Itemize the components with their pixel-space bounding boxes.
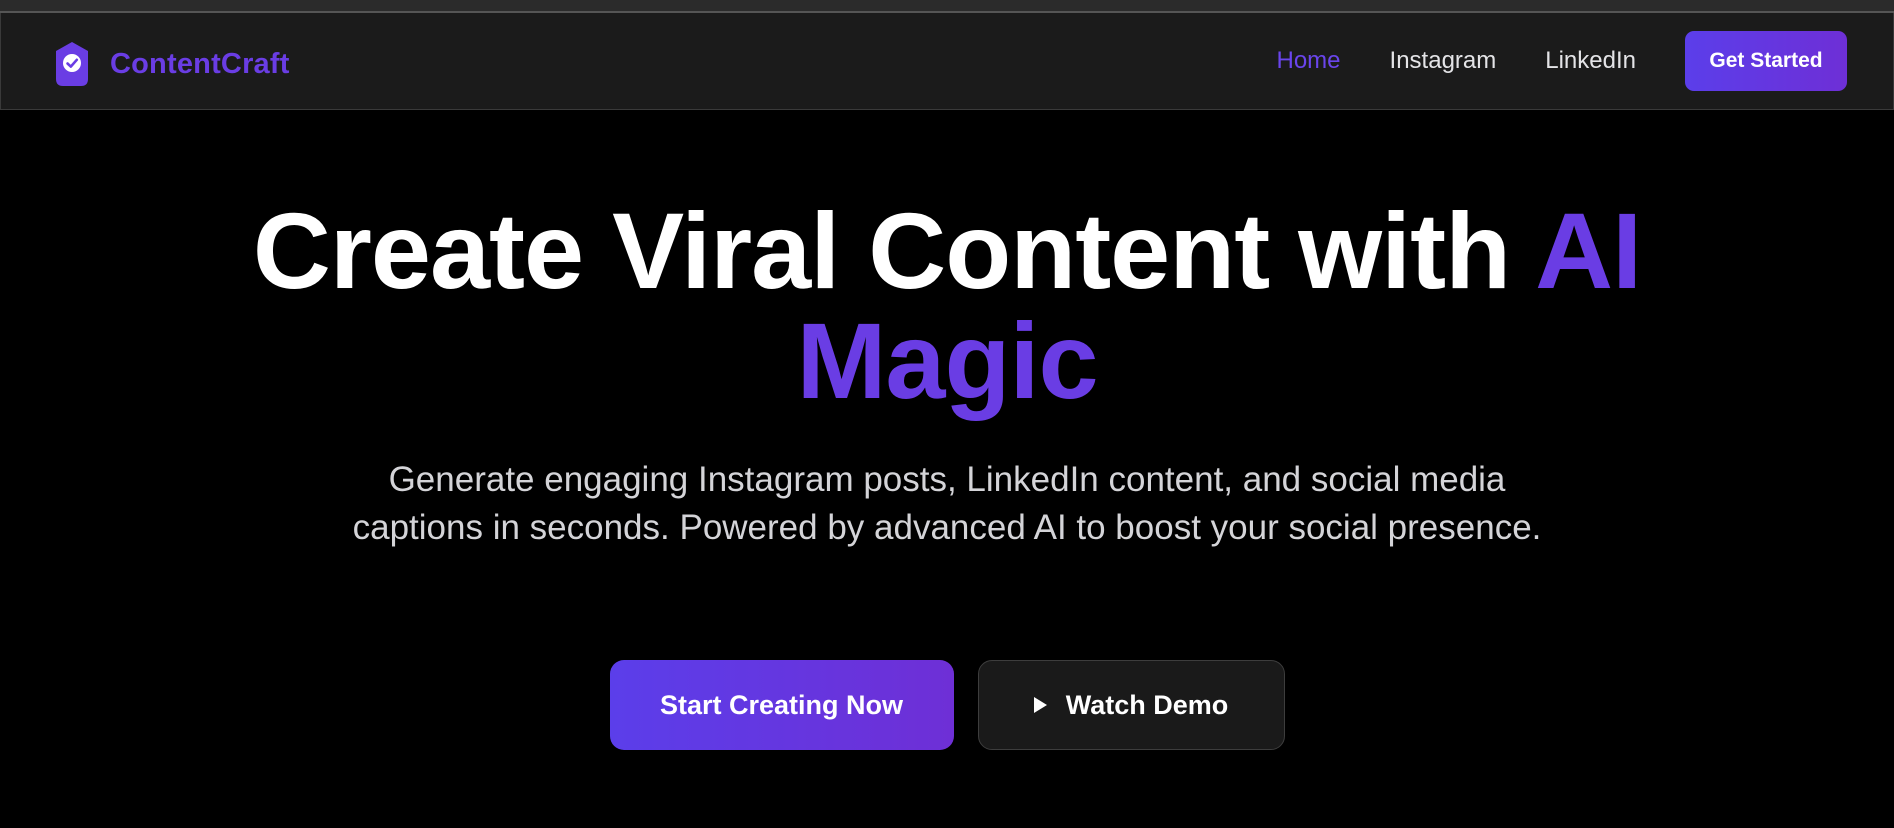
shield-check-icon — [56, 42, 88, 86]
nav-link-instagram[interactable]: Instagram — [1390, 47, 1497, 75]
hero-title-accent-ai: AI — [1535, 190, 1642, 311]
get-started-button[interactable]: Get Started — [1685, 31, 1847, 91]
hero-title-main: Create Viral Content with — [252, 190, 1536, 311]
nav-link-linkedin[interactable]: LinkedIn — [1545, 47, 1636, 75]
brand-name: ContentCraft — [110, 47, 290, 80]
nav-link-home[interactable]: Home — [1277, 47, 1341, 75]
main-nav: Home Instagram LinkedIn Get Started — [1277, 13, 1847, 109]
brand-logo-link[interactable]: ContentCraft — [53, 41, 290, 87]
start-creating-button[interactable]: Start Creating Now — [609, 660, 954, 750]
play-icon — [1033, 697, 1047, 713]
window-top-edge — [0, 0, 1894, 13]
navbar: ContentCraft Home Instagram LinkedIn Get… — [0, 13, 1894, 110]
hero-actions: Start Creating Now Watch Demo — [0, 660, 1894, 750]
watch-demo-label: Watch Demo — [1065, 689, 1229, 720]
hero-subtitle: Generate engaging Instagram posts, Linke… — [352, 460, 1542, 547]
hero-title-accent-magic: Magic — [796, 300, 1098, 421]
hero-title: Create Viral Content with AI Magic — [0, 196, 1894, 416]
start-creating-label: Start Creating Now — [659, 689, 904, 720]
watch-demo-button[interactable]: Watch Demo — [977, 660, 1285, 750]
